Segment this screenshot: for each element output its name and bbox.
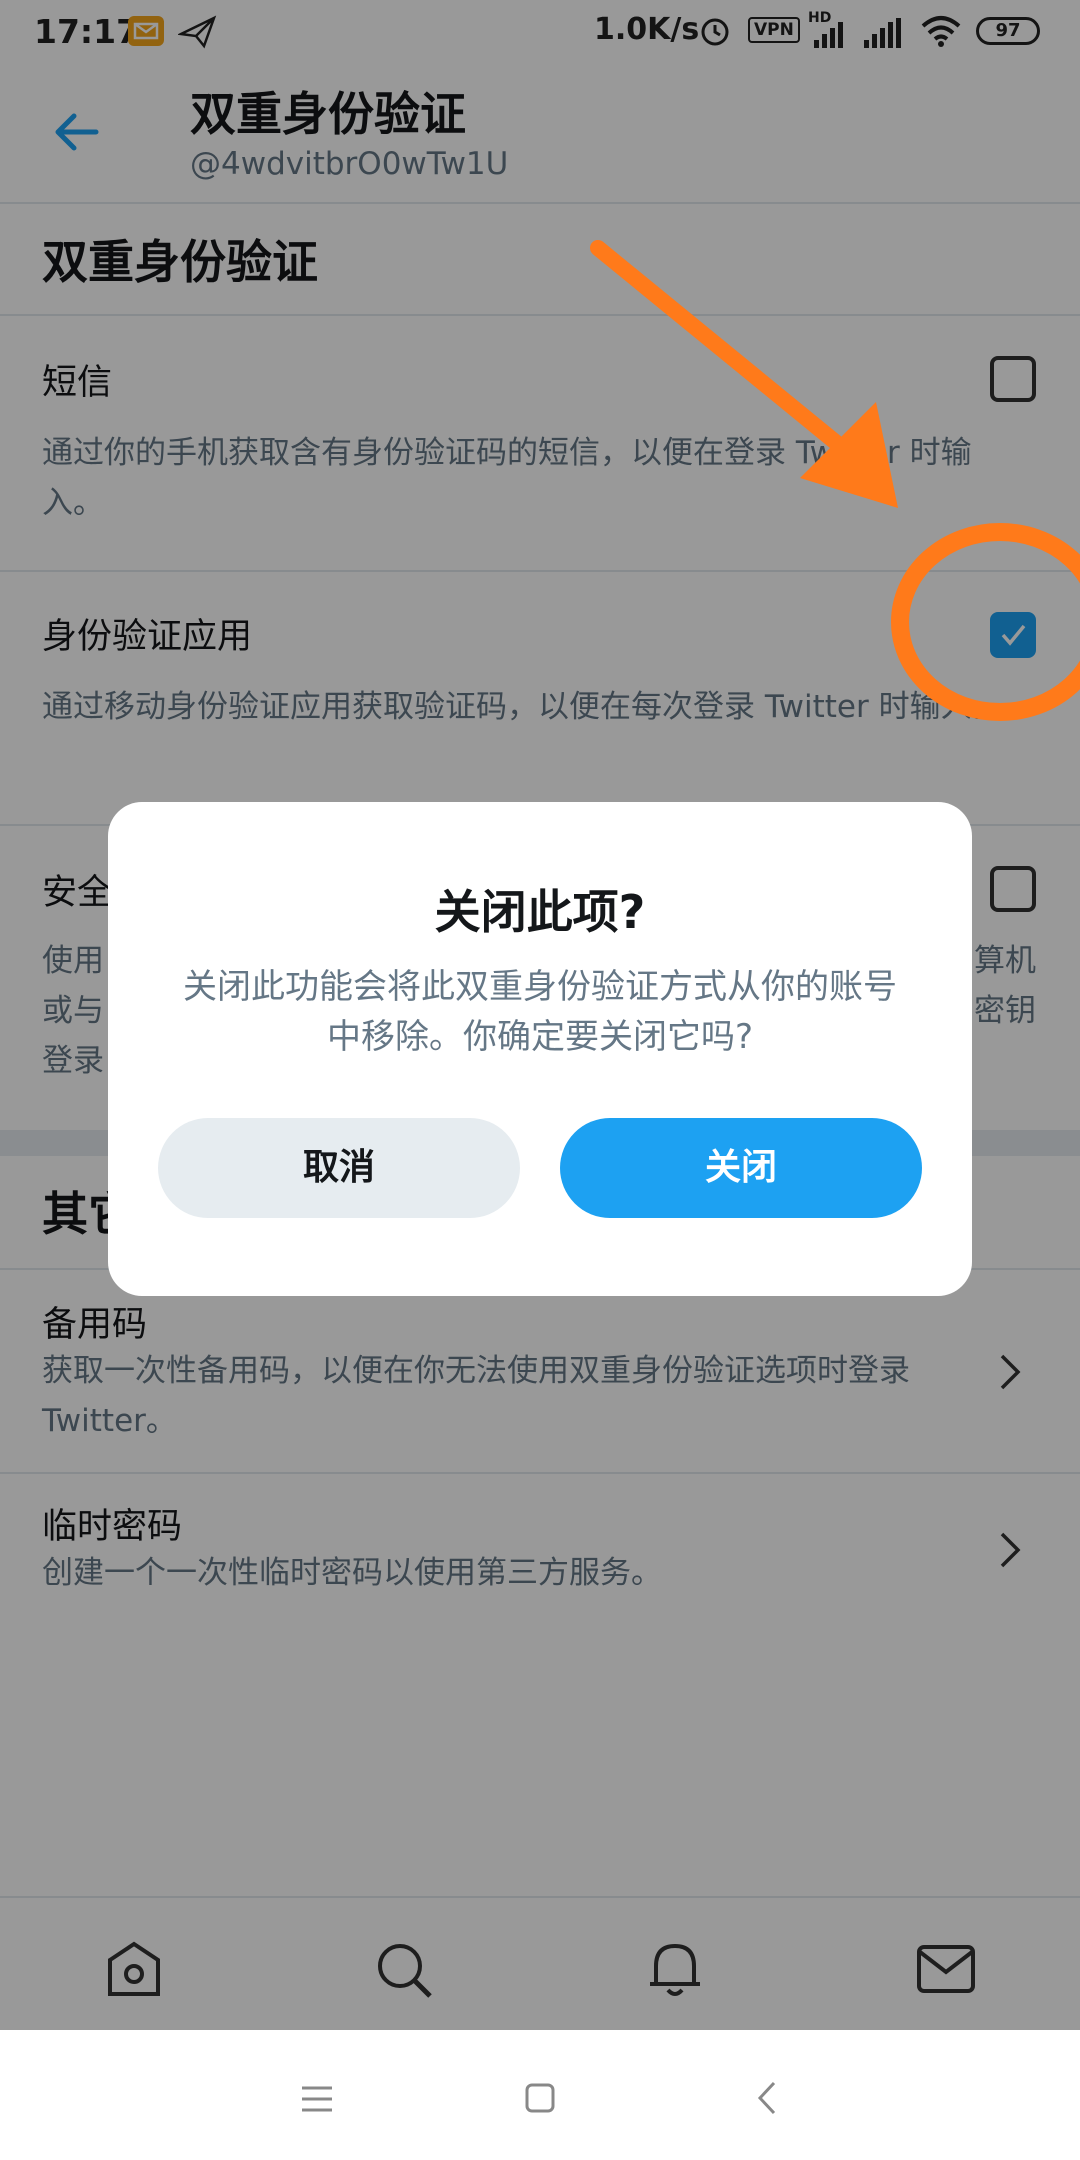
- dialog-message: 关闭此功能会将此双重身份验证方式从你的账号中移除。你确定要关闭它吗?: [183, 967, 897, 1057]
- menu-nav-icon[interactable]: [300, 2084, 334, 2118]
- cancel-button[interactable]: 取消: [158, 1118, 520, 1218]
- home-nav-icon[interactable]: [524, 2082, 556, 2118]
- turn-off-dialog: 关闭此项? 关闭此功能会将此双重身份验证方式从你的账号中移除。你确定要关闭它吗?…: [108, 802, 972, 1296]
- system-navigation-bar: [0, 2030, 1080, 2160]
- back-nav-icon[interactable]: [756, 2080, 778, 2120]
- dialog-title: 关闭此项?: [434, 885, 646, 939]
- turn-off-button[interactable]: 关闭: [560, 1118, 922, 1218]
